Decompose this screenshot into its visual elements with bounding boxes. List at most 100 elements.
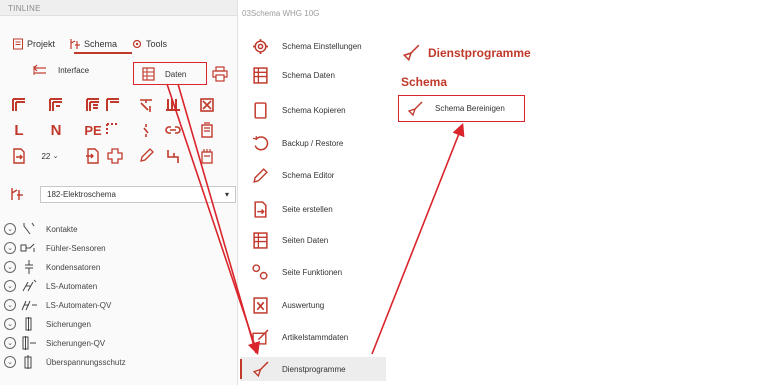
nav-item-label: Artikelstammdaten: [282, 332, 349, 342]
tab-schema[interactable]: Schema: [69, 38, 117, 50]
expand-icon[interactable]: ⌄: [4, 280, 16, 292]
nav-item-label: Auswertung: [282, 300, 325, 310]
article-icon: [250, 328, 270, 346]
list-item[interactable]: ⌄ Fühler-Sensoren: [4, 239, 234, 257]
gear-icon: [132, 39, 142, 49]
tool-link-icon[interactable]: [164, 121, 182, 139]
tool-busbar-icon[interactable]: [164, 96, 182, 114]
daten-button[interactable]: Daten: [133, 62, 207, 85]
font-size-value: 22: [41, 151, 51, 161]
list-item[interactable]: ⌄ Kontakte: [4, 220, 234, 238]
interface-button[interactable]: Interface: [32, 64, 89, 76]
list-item[interactable]: ⌄ Überspannungsschutz: [4, 353, 234, 371]
list-item-label: Kondensatoren: [46, 262, 101, 272]
expand-icon[interactable]: ⌄: [4, 356, 16, 368]
expand-icon[interactable]: ⌄: [4, 261, 16, 273]
tool-n-icon[interactable]: N: [47, 121, 65, 139]
nav-item-backup-restore[interactable]: Backup / Restore: [240, 131, 386, 155]
tool-cabinet-icon[interactable]: [198, 121, 216, 139]
list-item-label: LS-Automaten-QV: [46, 300, 112, 310]
list-item[interactable]: ⌄ Sicherungen: [4, 315, 234, 333]
chevron-down-icon: ▾: [224, 190, 229, 199]
expand-icon[interactable]: ⌄: [4, 337, 16, 349]
tool-frame-icon[interactable]: [84, 96, 102, 114]
schema-select-value: 182-Elektroschema: [47, 190, 116, 199]
tab-tools[interactable]: Tools: [131, 38, 167, 50]
new-page-icon: [250, 200, 270, 218]
tool-plug-icon[interactable]: [106, 147, 124, 165]
expand-icon[interactable]: ⌄: [4, 318, 16, 330]
schema-select[interactable]: 182-Elektroschema ▾: [40, 186, 236, 203]
nav-item-seite-funktionen[interactable]: Seite Funktionen: [240, 260, 386, 284]
nav-item-label: Schema Einstellungen: [282, 41, 362, 51]
tool-import-icon[interactable]: [84, 147, 102, 165]
nav-item-label: Schema Kopieren: [282, 105, 346, 115]
tab-projekt[interactable]: Projekt: [12, 38, 55, 50]
nav-item-seite-erstellen[interactable]: Seite erstellen: [240, 197, 386, 221]
nav-menu: Schema Einstellungen Schema Daten Schema…: [240, 0, 386, 385]
schema-icon: [11, 188, 23, 200]
list-item-label: LS-Automaten: [46, 281, 98, 291]
nav-item-label: Seiten Daten: [282, 235, 329, 245]
list-item-label: Sicherungen: [46, 319, 91, 329]
surge-protection-symbol-icon: [20, 355, 38, 369]
action-label: Schema Bereinigen: [435, 104, 505, 113]
ribbon-tabs: Projekt Schema Tools: [12, 38, 167, 50]
print-icon[interactable]: [212, 66, 228, 82]
data-sheet-icon: [250, 66, 270, 84]
excel-icon: [250, 296, 270, 314]
tool-frame-icon[interactable]: [10, 96, 28, 114]
tool-contact-icon[interactable]: [137, 96, 155, 114]
nav-item-label: Backup / Restore: [282, 138, 344, 148]
data-sheet-icon: [250, 231, 270, 249]
tool-l-icon[interactable]: L: [10, 121, 28, 139]
nav-item-seiten-daten[interactable]: Seiten Daten: [240, 228, 386, 252]
gear-icon: [250, 37, 270, 55]
tool-frame-icon[interactable]: [104, 96, 122, 114]
list-item-label: Überspannungsschutz: [46, 357, 126, 367]
font-size-stepper[interactable]: 22 ⌄: [35, 147, 65, 165]
list-item-label: Sicherungen-QV: [46, 338, 106, 348]
tool-switch-icon[interactable]: [137, 121, 155, 139]
expand-icon[interactable]: ⌄: [4, 223, 16, 235]
list-item-label: Fühler-Sensoren: [46, 243, 106, 253]
panel-header: Dienstprogramme: [402, 44, 531, 62]
tool-frame-dotted-icon[interactable]: [104, 121, 122, 139]
pencil-icon[interactable]: [137, 147, 155, 165]
nav-item-dienstprogramme[interactable]: Dienstprogramme: [240, 357, 386, 381]
tool-terminal-icon[interactable]: [198, 147, 216, 165]
expand-icon[interactable]: ⌄: [4, 242, 16, 254]
list-item[interactable]: ⌄ Kondensatoren: [4, 258, 234, 276]
schema-icon: [70, 39, 81, 49]
list-item[interactable]: ⌄ Sicherungen-QV: [4, 334, 234, 352]
active-tab-indicator: [74, 52, 132, 54]
fuse-qv-symbol-icon: [20, 336, 38, 350]
tool-frame-icon[interactable]: [47, 96, 65, 114]
contact-symbol-icon: [20, 222, 38, 236]
nav-item-artikelstammdaten[interactable]: Artikelstammdaten: [240, 325, 386, 349]
nav-item-label: Seite Funktionen: [282, 267, 343, 277]
schema-select-row: 182-Elektroschema ▾: [0, 184, 238, 204]
project-icon: [13, 38, 23, 50]
functions-icon: [250, 263, 270, 281]
nav-item-label: Schema Editor: [282, 170, 335, 180]
list-item[interactable]: ⌄ LS-Automaten-QV: [4, 296, 234, 314]
nav-item-schema-einstellungen[interactable]: Schema Einstellungen: [240, 34, 386, 58]
expand-icon[interactable]: ⌄: [4, 299, 16, 311]
tool-pe-icon[interactable]: PE: [84, 121, 102, 139]
tool-delete-icon[interactable]: [198, 96, 216, 114]
nav-item-schema-kopieren[interactable]: Schema Kopieren: [240, 98, 386, 122]
breaker-qv-symbol-icon: [20, 298, 38, 312]
nav-item-auswertung[interactable]: Auswertung: [240, 293, 386, 317]
daten-label: Daten: [165, 69, 187, 79]
list-item-label: Kontakte: [46, 224, 78, 234]
nav-item-schema-editor[interactable]: Schema Editor: [240, 163, 386, 187]
broom-icon: [402, 44, 420, 62]
nav-item-schema-daten[interactable]: Schema Daten: [240, 63, 386, 87]
interface-icon: [33, 64, 46, 75]
tool-insert-page-icon[interactable]: [10, 147, 28, 165]
breaker-symbol-icon: [20, 279, 38, 293]
list-item[interactable]: ⌄ LS-Automaten: [4, 277, 234, 295]
tool-wire-icon[interactable]: [164, 147, 182, 165]
schema-bereinigen-button[interactable]: Schema Bereinigen: [398, 95, 525, 122]
